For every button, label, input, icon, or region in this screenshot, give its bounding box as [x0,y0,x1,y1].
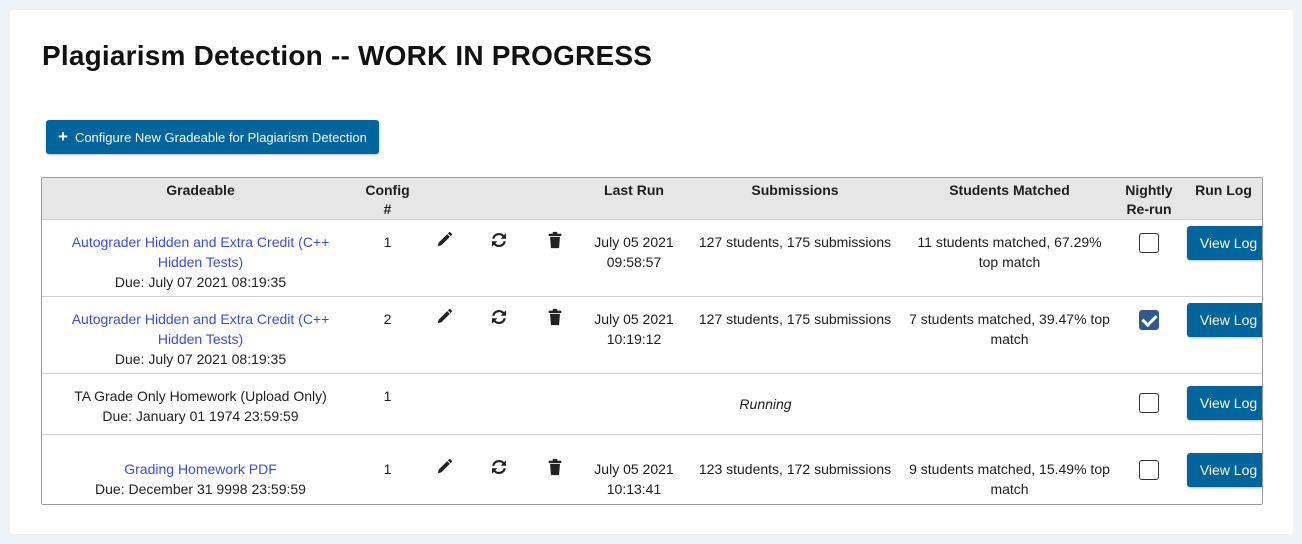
gradeable-title: TA Grade Only Homework (Upload Only) [74,388,327,404]
edit-cell [416,220,471,297]
header-students-matched: Students Matched [949,182,1070,198]
nightly-rerun-checkbox[interactable] [1139,233,1159,253]
nightly-rerun-checkbox[interactable] [1139,310,1159,330]
view-log-button[interactable]: View Log [1187,303,1262,337]
refresh-icon[interactable] [490,458,508,476]
configure-button-label: Configure New Gradeable for Plagiarism D… [74,129,367,145]
last-run-date: July 05 2021 [594,311,674,327]
nightly-rerun-cell [1115,374,1183,435]
run-log-cell: View Log [1183,435,1262,505]
students-matched-cell: 9 students matched, 15.49% top match [909,461,1110,497]
view-log-button[interactable]: View Log [1187,226,1262,260]
last-run-cell: July 05 2021 10:19:12 [582,297,686,374]
table-header-row: Gradeable Config # Last Run Submissions … [42,178,1262,220]
due-date: Due: December 31 9998 23:59:59 [95,481,306,497]
gradeable-cell: Autograder Hidden and Extra Credit (C++ … [42,220,359,297]
submissions-cell: 127 students, 175 submissions [698,234,892,250]
delete-cell [527,297,582,374]
plagiarism-table: Gradeable Config # Last Run Submissions … [41,177,1263,505]
plus-icon: + [58,126,68,146]
last-run-cell: July 05 2021 09:58:57 [582,220,686,297]
last-run-date: July 05 2021 [594,234,674,250]
students-matched-cell: 7 students matched, 39.47% top match [909,311,1110,347]
run-log-cell: View Log [1183,374,1262,435]
due-date: Due: July 07 2021 08:19:35 [114,351,287,367]
rerun-cell [471,297,527,374]
gradeable-cell: TA Grade Only Homework (Upload Only) Due… [42,374,359,435]
rerun-cell [471,220,527,297]
rerun-cell [471,435,527,505]
last-run-time: 10:19:12 [606,331,662,347]
last-run-cell: July 05 2021 10:13:41 [582,435,686,505]
header-gradeable: Gradeable [166,182,235,198]
pencil-icon[interactable] [435,308,453,326]
header-nightly-line1: Nightly [1125,182,1173,198]
students-matched-cell: 11 students matched, 67.29% top match [917,234,1102,270]
refresh-icon[interactable] [490,308,508,326]
submissions-cell: 127 students, 175 submissions [698,311,892,327]
header-submissions: Submissions [751,182,839,198]
run-log-cell: View Log [1183,297,1262,374]
header-delete [527,178,582,220]
trash-icon[interactable] [546,308,564,326]
header-rerun [471,178,527,220]
due-date: Due: July 07 2021 08:19:35 [114,274,287,290]
gradeable-link[interactable]: Autograder Hidden and Extra Credit (C++ … [56,309,345,349]
last-run-time: 09:58:57 [606,254,662,270]
nightly-rerun-checkbox[interactable] [1139,393,1159,413]
table-row: Autograder Hidden and Extra Credit (C++ … [42,219,1262,297]
header-last-run: Last Run [604,182,664,198]
header-edit [416,178,471,220]
table-row: TA Grade Only Homework (Upload Only) Due… [42,373,1262,435]
header-run-log: Run Log [1195,182,1252,198]
gradeable-cell: Autograder Hidden and Extra Credit (C++ … [42,297,359,374]
pencil-icon[interactable] [435,458,453,476]
edit-cell [416,297,471,374]
last-run-time: 10:13:41 [606,481,662,497]
last-run-date: July 05 2021 [594,461,674,477]
gradeable-cell: Grading Homework PDF Due: December 31 99… [42,435,359,505]
config-number: 2 [383,311,392,327]
nightly-rerun-cell [1115,435,1183,505]
edit-cell [416,435,471,505]
delete-cell [527,435,582,505]
run-log-cell: View Log [1183,220,1262,297]
header-config: Config # [365,182,410,217]
trash-icon[interactable] [546,231,564,249]
gradeable-link[interactable]: Autograder Hidden and Extra Credit (C++ … [56,232,345,272]
delete-cell [527,220,582,297]
nightly-rerun-cell [1115,297,1183,374]
trash-icon[interactable] [546,458,564,476]
header-nightly-line2: Re-run [1126,201,1172,217]
running-status: Running [739,396,792,412]
nightly-rerun-cell [1115,220,1183,297]
config-number: 1 [383,234,392,250]
table-row: Autograder Hidden and Extra Credit (C++ … [42,296,1262,374]
nightly-rerun-checkbox[interactable] [1139,460,1159,480]
submissions-cell: 123 students, 172 submissions [698,461,892,477]
due-date: Due: January 01 1974 23:59:59 [102,408,299,424]
refresh-icon[interactable] [490,231,508,249]
pencil-icon[interactable] [435,231,453,249]
header-nightly-rerun: Nightly Re-run [1115,178,1183,220]
page-title: Plagiarism Detection -- WORK IN PROGRESS [42,40,653,71]
configure-new-gradeable-button[interactable]: + Configure New Gradeable for Plagiarism… [46,120,379,154]
view-log-button[interactable]: View Log [1187,386,1262,420]
main-card: Plagiarism Detection -- WORK IN PROGRESS… [10,10,1293,534]
gradeable-link[interactable]: Grading Homework PDF [56,459,345,479]
view-log-button[interactable]: View Log [1187,453,1262,487]
config-number: 1 [383,388,392,404]
config-number: 1 [383,461,392,477]
table-row: Grading Homework PDF Due: December 31 99… [42,434,1262,505]
